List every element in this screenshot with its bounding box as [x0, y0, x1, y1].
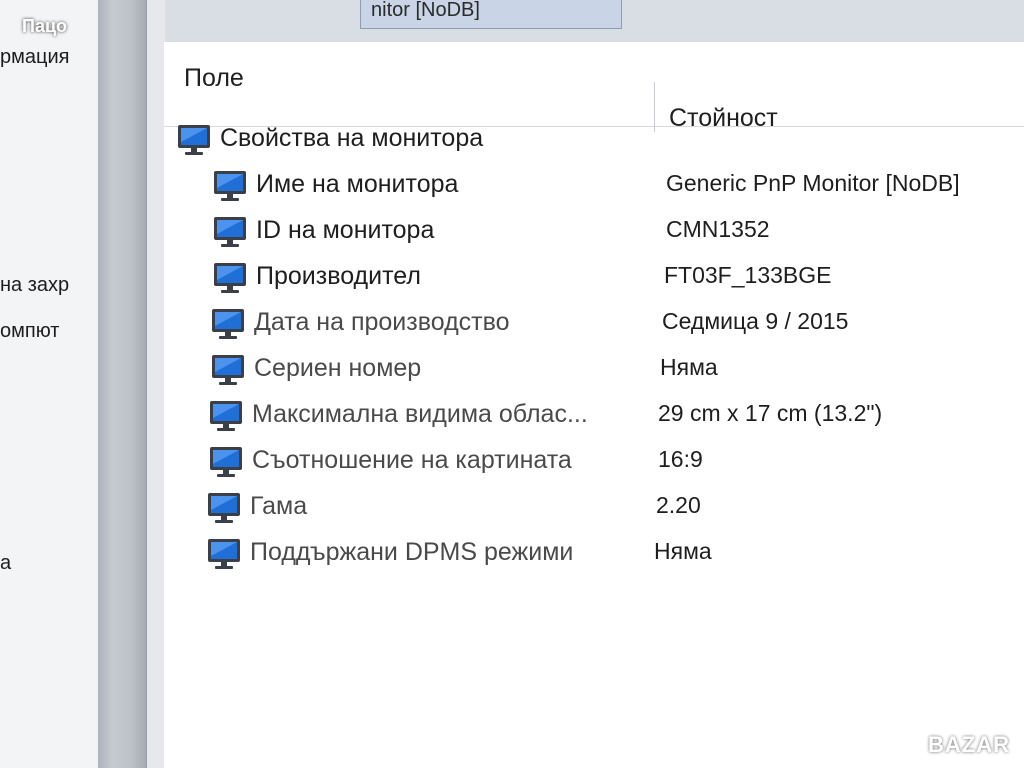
- table-row[interactable]: ID на монитора CMN1352: [164, 210, 1024, 254]
- monitor-icon: [208, 398, 244, 434]
- monitor-icon: [210, 352, 246, 388]
- row-label: Име на монитора: [256, 170, 459, 198]
- row-value: 16:9: [658, 446, 703, 472]
- background-text-fragment: а: [0, 552, 12, 574]
- monitor-icon: [176, 122, 212, 158]
- row-value: 2.20: [656, 492, 701, 518]
- monitor-icon: [212, 260, 248, 296]
- row-label: Максимална видима облас...: [252, 400, 588, 428]
- background-text-fragment: на захр: [0, 274, 70, 296]
- properties-list-view[interactable]: Поле Стойност Свойства на монитора Име на…: [164, 42, 1024, 768]
- monitor-icon: [212, 168, 248, 204]
- uploader-watermark: Пацо: [22, 16, 68, 36]
- background-text-fragment: рмация: [0, 46, 70, 68]
- brand-watermark: BAZAR: [928, 732, 1010, 757]
- table-row[interactable]: Дата на производство Седмица 9 / 2015: [164, 302, 1024, 346]
- row-value: 29 cm x 17 cm (13.2"): [658, 400, 883, 426]
- table-row[interactable]: Поддържани DPMS режими Няма: [164, 532, 1024, 576]
- table-row[interactable]: Гама 2.20: [164, 486, 1024, 530]
- background-window-fragment: рмация на захр омпют а: [0, 0, 98, 768]
- table-row[interactable]: Съотношение на картината 16:9: [164, 440, 1024, 484]
- group-label: Свойства на монитора: [220, 124, 484, 152]
- window-title-fragment: nitor [NoDB]: [360, 0, 622, 29]
- row-value: FT03F_133BGE: [664, 262, 832, 288]
- row-value: Няма: [660, 354, 718, 380]
- monitor-icon: [208, 444, 244, 480]
- row-value: Generic PnP Monitor [NoDB]: [666, 170, 960, 196]
- row-label: Дата на производство: [254, 308, 510, 336]
- table-row[interactable]: Производител FT03F_133BGE: [164, 256, 1024, 300]
- pane-border: [146, 0, 165, 768]
- monitor-icon: [210, 306, 246, 342]
- row-label: Съотношение на картината: [252, 446, 572, 474]
- splitter-bar[interactable]: [98, 0, 146, 768]
- background-text-fragment: омпют: [0, 320, 60, 342]
- row-value: Няма: [654, 538, 712, 564]
- row-label: Гама: [250, 492, 308, 520]
- group-row-monitor-properties[interactable]: Свойства на монитора: [164, 118, 1024, 162]
- column-header-field[interactable]: Поле: [184, 64, 244, 93]
- row-value: CMN1352: [666, 216, 770, 242]
- monitor-icon: [212, 214, 248, 250]
- row-label: ID на монитора: [256, 216, 435, 244]
- table-row[interactable]: Максимална видима облас... 29 cm x 17 cm …: [164, 394, 1024, 438]
- row-label: Сериен номер: [254, 354, 422, 382]
- row-label: Производител: [256, 262, 421, 290]
- column-header-row: Поле Стойност: [164, 42, 1024, 132]
- row-value: Седмица 9 / 2015: [662, 308, 849, 334]
- monitor-icon: [206, 536, 242, 572]
- row-label: Поддържани DPMS режими: [250, 538, 574, 566]
- table-row[interactable]: Име на монитора Generic PnP Monitor [NoDB…: [164, 164, 1024, 208]
- monitor-icon: [206, 490, 242, 526]
- table-row[interactable]: Сериен номер Няма: [164, 348, 1024, 392]
